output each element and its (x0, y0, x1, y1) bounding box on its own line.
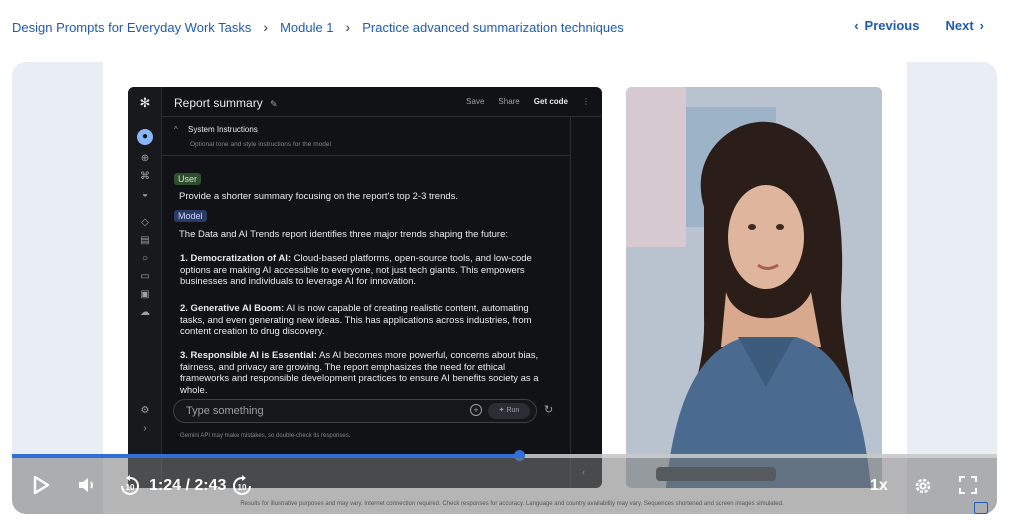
top-bar: Design Prompts for Everyday Work Tasks ›… (0, 0, 1024, 54)
chevron-right-icon: › (979, 18, 984, 33)
previous-label: Previous (864, 18, 920, 33)
trend-title: 3. Responsible AI is Essential: (180, 350, 317, 361)
trend-title: 2. Generative AI Boom: (180, 303, 285, 314)
app-sidebar: ✻ ● ⊕ ⌘ ◒ ◇ ▤ ○ ▭ ▣ ☁ ⚙ › (128, 87, 162, 488)
library-icon: ◒ (141, 189, 149, 200)
forward-icon: 10 (233, 475, 251, 495)
cloud-icon: ☁ (140, 307, 150, 318)
share-action: Share (498, 97, 520, 106)
edit-icon: ✎ (270, 99, 278, 109)
app-header: Report summary ✎ Save Share Get code ⋮ (162, 87, 602, 117)
play-icon (33, 475, 50, 495)
app-title: Report summary ✎ (174, 96, 278, 110)
svg-text:10: 10 (126, 483, 135, 492)
chevron-left-icon: ‹ (854, 18, 859, 33)
fullscreen-icon (959, 476, 977, 494)
add-media-icon: + (470, 404, 482, 416)
app-disclaimer: Gemini API may make mistakes, so double-… (180, 433, 351, 439)
add-icon: ⊕ (140, 153, 150, 164)
model-role-chip: Model (174, 210, 207, 222)
time-display: 1:24 / 2:43 (149, 477, 227, 494)
prompt-input: Type something + ✦ Run (173, 399, 537, 423)
fullscreen-button[interactable] (958, 475, 978, 499)
volume-icon (79, 478, 93, 492)
prompt-placeholder: Type something (186, 405, 264, 417)
presenter-image (626, 87, 882, 488)
system-instructions-hint: Optional tone and style instructions for… (190, 141, 331, 148)
chevron-right-icon: › (345, 19, 351, 35)
idea-icon: ○ (141, 253, 149, 264)
app-actions: Save Share Get code ⋮ (466, 97, 590, 106)
model-intro: The Data and AI Trends report identifies… (179, 229, 508, 240)
app-right-panel: ‹ (570, 117, 602, 488)
trend-item-1: 1. Democratization of AI: Cloud-based pl… (180, 253, 540, 288)
divider (162, 155, 570, 156)
transcript-icon[interactable] (974, 502, 988, 514)
user-role-chip: User (174, 173, 202, 185)
refresh-icon: ↻ (544, 404, 554, 416)
volume-button[interactable] (76, 475, 96, 499)
app-logo-icon: ✻ (139, 95, 151, 110)
settings-button[interactable] (912, 475, 934, 501)
playback-speed-button[interactable]: 1x (870, 477, 888, 495)
video-footnote: Results for illustrative purposes and ma… (240, 501, 784, 507)
next-button[interactable]: Next › (945, 18, 984, 33)
breadcrumb-lesson[interactable]: Practice advanced summarization techniqu… (362, 20, 624, 35)
rewind-icon: 10 (121, 475, 139, 495)
lesson-nav: ‹ Previous Next › (854, 18, 984, 33)
key-icon: ● (137, 129, 153, 145)
app-title-text: Report summary (174, 96, 263, 110)
trend-item-3: 3. Responsible AI is Essential: As AI be… (180, 350, 540, 396)
more-icon: ⋮ (582, 97, 590, 106)
run-button: ✦ Run (488, 403, 530, 419)
media-icon: ▭ (140, 271, 150, 282)
next-label: Next (945, 18, 974, 33)
tune-icon: ◇ (141, 217, 149, 228)
app-screen: ✻ ● ⊕ ⌘ ◒ ◇ ▤ ○ ▭ ▣ ☁ ⚙ › Report summary… (128, 87, 602, 488)
video-player[interactable]: ✻ ● ⊕ ⌘ ◒ ◇ ▤ ○ ▭ ▣ ☁ ⚙ › Report summary… (12, 62, 997, 514)
run-label: Run (506, 407, 520, 414)
grid-icon: ⌘ (140, 171, 150, 182)
get-code-action: Get code (533, 97, 568, 106)
app-chat-area: ^ System Instructions Optional tone and … (162, 117, 570, 488)
save-action: Save (466, 97, 485, 106)
chat-icon: ▣ (140, 289, 150, 300)
svg-text:10: 10 (238, 483, 247, 492)
trend-item-2: 2. Generative AI Boom: AI is now capable… (180, 303, 540, 338)
presenter-video (626, 87, 882, 488)
breadcrumb: Design Prompts for Everyday Work Tasks ›… (12, 19, 624, 35)
system-instructions-header: ^ System Instructions (174, 125, 258, 134)
settings-icon: ⚙ (140, 405, 150, 416)
docs-icon: ▤ (140, 235, 150, 246)
breadcrumb-module[interactable]: Module 1 (280, 20, 333, 35)
expand-icon: › (143, 423, 147, 434)
previous-button[interactable]: ‹ Previous (854, 18, 919, 33)
breadcrumb-course[interactable]: Design Prompts for Everyday Work Tasks (12, 20, 251, 35)
chevron-right-icon: › (263, 19, 269, 35)
gear-icon (915, 478, 931, 494)
collapse-icon: ^ (174, 125, 178, 134)
system-instructions-label: System Instructions (188, 125, 258, 134)
forward-10-button[interactable]: 10 (231, 475, 253, 501)
user-prompt: Provide a shorter summary focusing on th… (179, 191, 459, 202)
trend-title: 1. Democratization of AI: (180, 253, 292, 264)
rewind-10-button[interactable]: 10 (119, 475, 141, 501)
play-button[interactable] (32, 475, 50, 499)
